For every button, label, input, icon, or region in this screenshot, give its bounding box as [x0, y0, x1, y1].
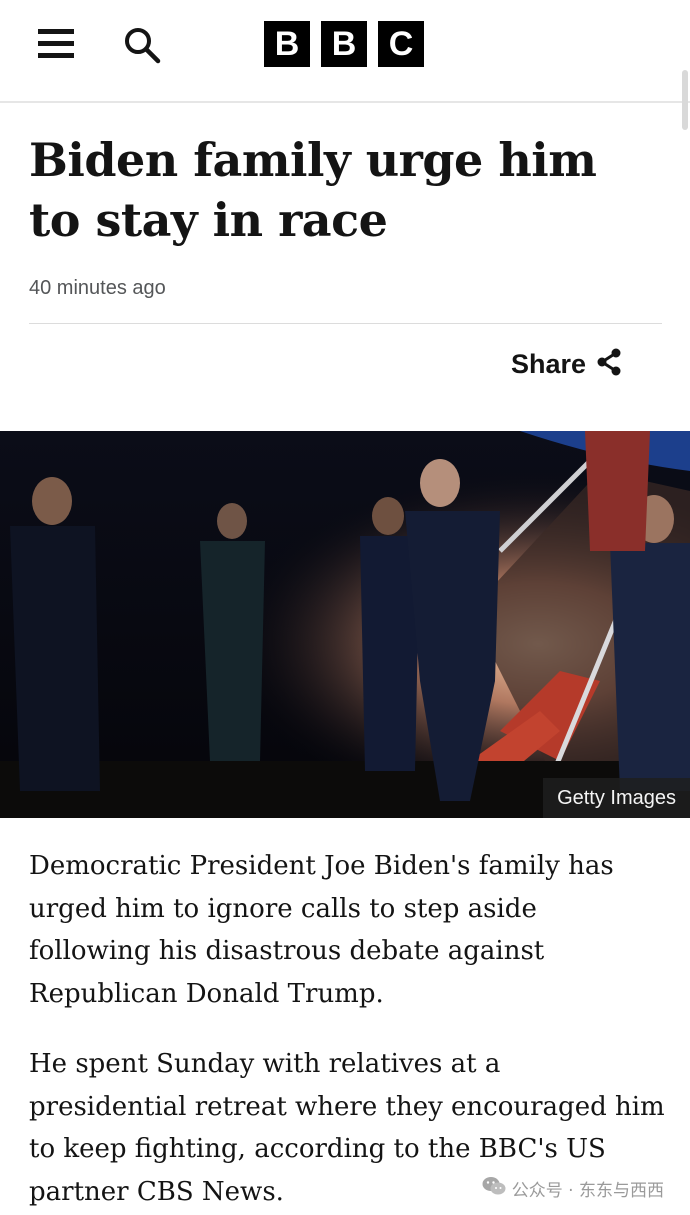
share-button[interactable]: Share — [511, 344, 622, 384]
image-credit: Getty Images — [543, 778, 690, 818]
share-label: Share — [510, 348, 586, 379]
article-paragraph: Democratic President Joe Biden's family … — [29, 851, 614, 1009]
article-timestamp: 40 minutes ago — [29, 277, 166, 299]
top-navigation-bar: B B C — [0, 0, 690, 103]
logo-letter-c: C — [378, 21, 424, 67]
share-icon — [596, 348, 622, 381]
divider — [29, 323, 662, 324]
hamburger-menu-icon[interactable] — [38, 27, 74, 61]
search-icon[interactable] — [122, 25, 162, 65]
article-photo: Getty Images — [0, 431, 690, 818]
bbc-logo[interactable]: B B C — [264, 21, 424, 67]
article-headline: Biden family urge him to stay in race — [29, 133, 597, 247]
logo-letter-b1: B — [264, 21, 310, 67]
logo-letter-b2: B — [321, 21, 367, 67]
watermark-text: 公众号 · 东东与西西 — [511, 1181, 664, 1201]
wechat-watermark: 公众号 · 东东与西西 — [477, 1174, 668, 1203]
wechat-icon — [482, 1176, 506, 1201]
scrollbar[interactable] — [682, 70, 688, 130]
